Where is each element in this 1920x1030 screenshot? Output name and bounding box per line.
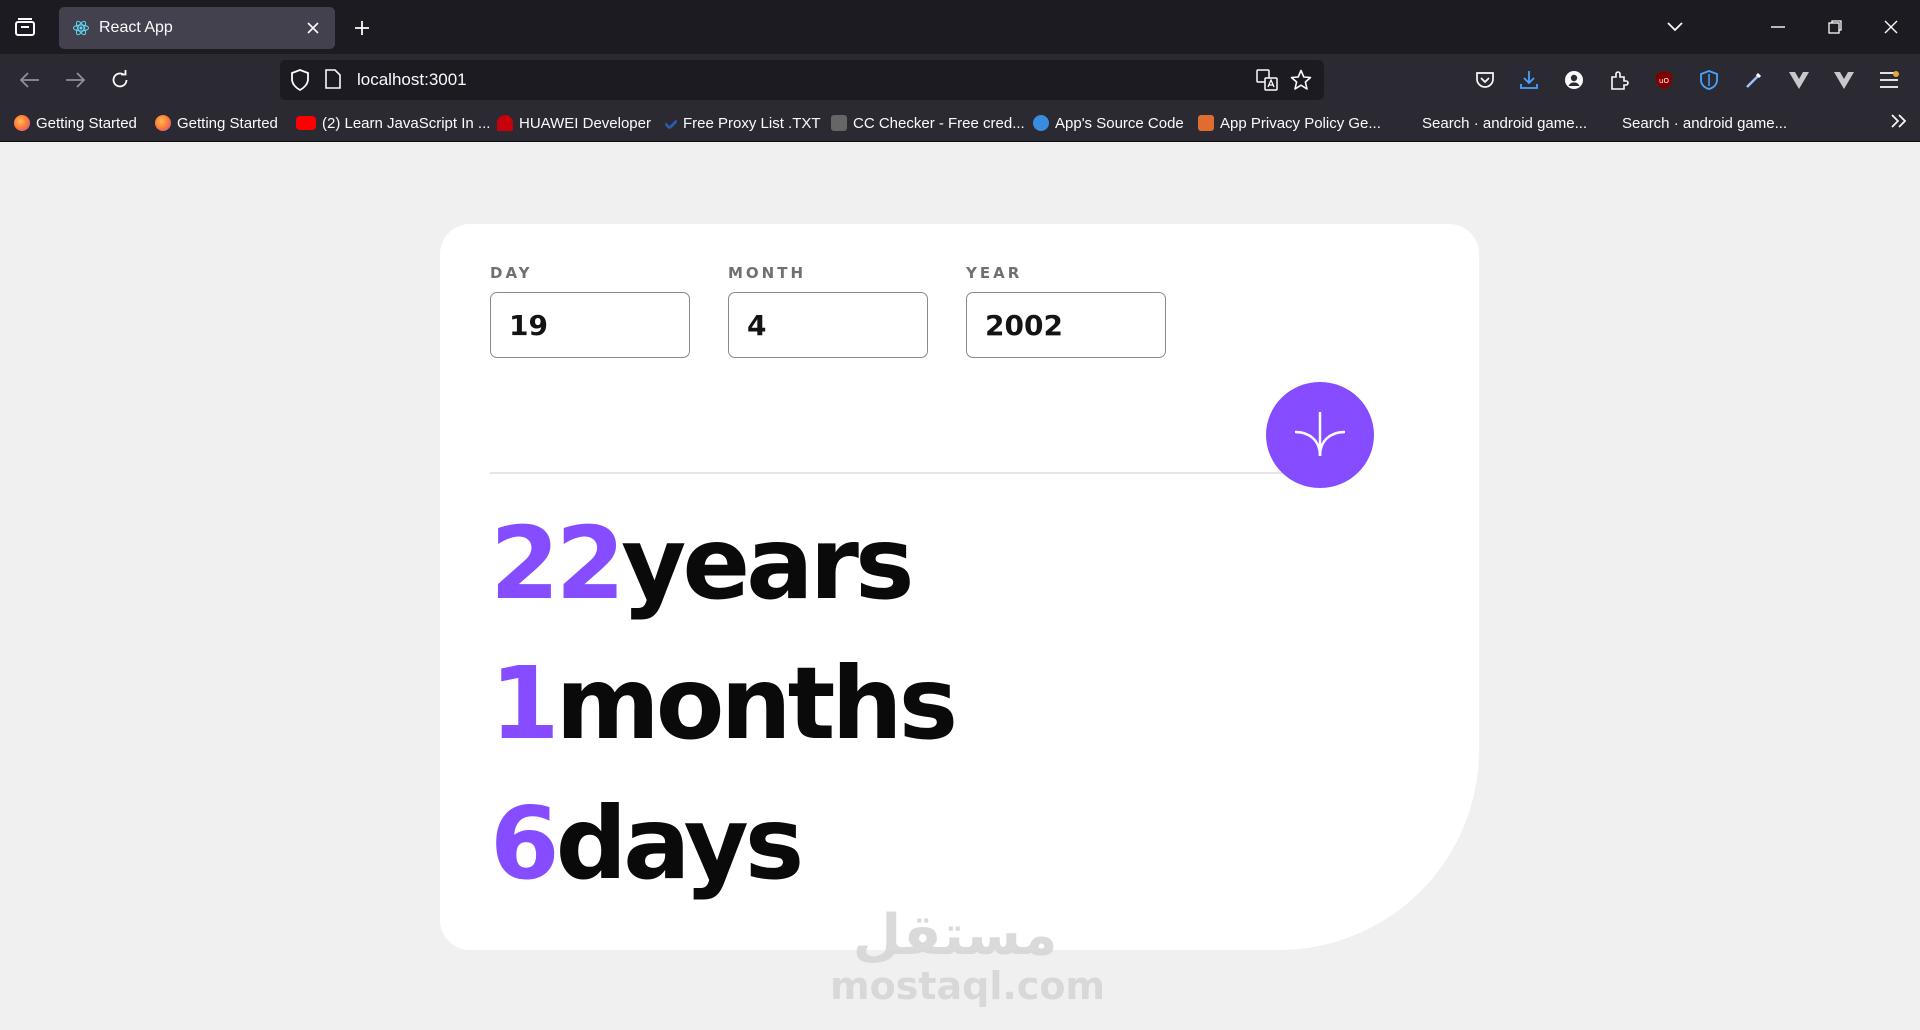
- age-calculator-card: DAY 19 MONTH 4 YEAR 2002 22years 1months…: [440, 224, 1479, 950]
- bitwarden-icon[interactable]: [1696, 67, 1722, 93]
- account-icon[interactable]: [1561, 67, 1587, 93]
- bookmark-label: App's Source Code: [1055, 114, 1184, 132]
- firefox-icon: [155, 115, 171, 131]
- svg-text:uO: uO: [1659, 77, 1669, 85]
- days-result: 6days: [490, 794, 804, 894]
- react-icon: [71, 18, 91, 38]
- tab-title: React App: [99, 19, 173, 36]
- url-bar[interactable]: localhost:3001: [280, 60, 1324, 100]
- minimize-icon[interactable]: [1763, 13, 1793, 41]
- years-result: 22years: [490, 514, 915, 614]
- color-picker-icon[interactable]: [1741, 67, 1767, 93]
- bookmark-label: Search · android game...: [1422, 114, 1588, 132]
- tab-list-icon[interactable]: [10, 13, 40, 41]
- cc-checker-icon: [831, 115, 847, 131]
- close-window-icon[interactable]: [1876, 13, 1906, 41]
- proxy-list-icon: [663, 115, 679, 131]
- month-input[interactable]: 4: [728, 292, 928, 358]
- ublock-icon[interactable]: uO: [1651, 67, 1677, 93]
- days-unit: days: [555, 785, 805, 902]
- translate-icon[interactable]: [1256, 69, 1278, 96]
- pocket-icon[interactable]: [1472, 67, 1498, 93]
- watermark-arabic: مستقل: [852, 903, 1058, 968]
- youtube-icon: [296, 116, 316, 130]
- page-info-icon[interactable]: [325, 69, 341, 94]
- bookmark-item[interactable]: (2) Learn JavaScript In ...: [296, 112, 490, 134]
- bookmark-label: Getting Started: [36, 114, 137, 132]
- bookmark-item[interactable]: Search · android game...: [1400, 112, 1587, 134]
- bookmark-item[interactable]: Search · android game...: [1600, 112, 1787, 134]
- year-field: YEAR 2002: [966, 264, 1166, 358]
- vue-devtools-2-icon[interactable]: [1831, 67, 1857, 93]
- bookmark-item[interactable]: Getting Started: [14, 112, 137, 134]
- firefox-icon: [14, 115, 30, 131]
- bookmark-label: Free Proxy List .TXT: [683, 114, 821, 132]
- year-label: YEAR: [966, 264, 1023, 282]
- url-text: localhost:3001: [357, 70, 467, 89]
- bookmark-label: (2) Learn JavaScript In ...: [322, 114, 491, 132]
- downloads-icon[interactable]: [1516, 67, 1542, 93]
- arrow-down-icon: [1294, 412, 1346, 457]
- more-bookmarks-icon[interactable]: [1890, 113, 1908, 134]
- new-tab-icon[interactable]: [348, 14, 376, 42]
- navigation-toolbar: localhost:3001 uO: [0, 54, 1920, 104]
- mostaql-watermark: مستقل mostaql.com: [830, 903, 1106, 1008]
- tab-bar: React App: [0, 0, 1920, 54]
- github-icon: [1600, 115, 1616, 131]
- bookmark-label: Search · android game...: [1622, 114, 1788, 132]
- active-tab[interactable]: React App: [59, 7, 335, 49]
- bookmarks-toolbar: Getting Started Getting Started (2) Lear…: [0, 104, 1920, 142]
- watermark-latin: mostaql.com: [830, 964, 1106, 1008]
- source-code-icon: [1033, 115, 1049, 131]
- bookmark-label: App Privacy Policy Ge...: [1220, 114, 1381, 132]
- forward-icon[interactable]: [60, 65, 90, 95]
- month-label: MONTH: [728, 264, 807, 282]
- day-field: DAY 19: [490, 264, 690, 358]
- huawei-icon: [497, 115, 513, 131]
- page-viewport: DAY 19 MONTH 4 YEAR 2002 22years 1months…: [0, 142, 1920, 1030]
- shield-icon[interactable]: [290, 69, 310, 96]
- bookmark-label: HUAWEI Developer: [519, 114, 651, 132]
- months-value: 1: [490, 645, 560, 762]
- year-input[interactable]: 2002: [966, 292, 1166, 358]
- restore-icon[interactable]: [1820, 13, 1850, 41]
- months-unit: months: [555, 645, 959, 762]
- extensions-icon[interactable]: [1606, 67, 1632, 93]
- months-result: 1months: [490, 654, 958, 754]
- bookmark-label: Getting Started: [177, 114, 278, 132]
- month-field: MONTH 4: [728, 264, 928, 358]
- privacy-policy-icon: [1198, 115, 1214, 131]
- bookmark-item[interactable]: Free Proxy List .TXT: [663, 112, 821, 134]
- bookmark-item[interactable]: Getting Started: [155, 112, 278, 134]
- bookmark-label: CC Checker - Free cred...: [853, 114, 1025, 132]
- divider: [490, 472, 1286, 474]
- vue-devtools-icon[interactable]: [1786, 67, 1812, 93]
- years-unit: years: [621, 505, 914, 622]
- reload-icon[interactable]: [105, 65, 135, 95]
- close-tab-icon[interactable]: [303, 18, 323, 38]
- list-all-tabs-icon[interactable]: [1660, 13, 1690, 41]
- app-menu-icon[interactable]: [1876, 67, 1902, 93]
- bookmark-item[interactable]: App's Source Code: [1033, 112, 1184, 134]
- calculate-button[interactable]: [1266, 382, 1374, 488]
- day-input[interactable]: 19: [490, 292, 690, 358]
- day-label: DAY: [490, 264, 533, 282]
- days-value: 6: [490, 785, 560, 902]
- years-value: 22: [490, 505, 625, 622]
- github-icon: [1400, 115, 1416, 131]
- bookmark-item[interactable]: App Privacy Policy Ge...: [1198, 112, 1381, 134]
- bookmark-item[interactable]: HUAWEI Developer: [497, 112, 651, 134]
- bookmark-star-icon[interactable]: [1290, 69, 1312, 96]
- back-icon[interactable]: [15, 65, 45, 95]
- bookmark-item[interactable]: CC Checker - Free cred...: [831, 112, 1025, 134]
